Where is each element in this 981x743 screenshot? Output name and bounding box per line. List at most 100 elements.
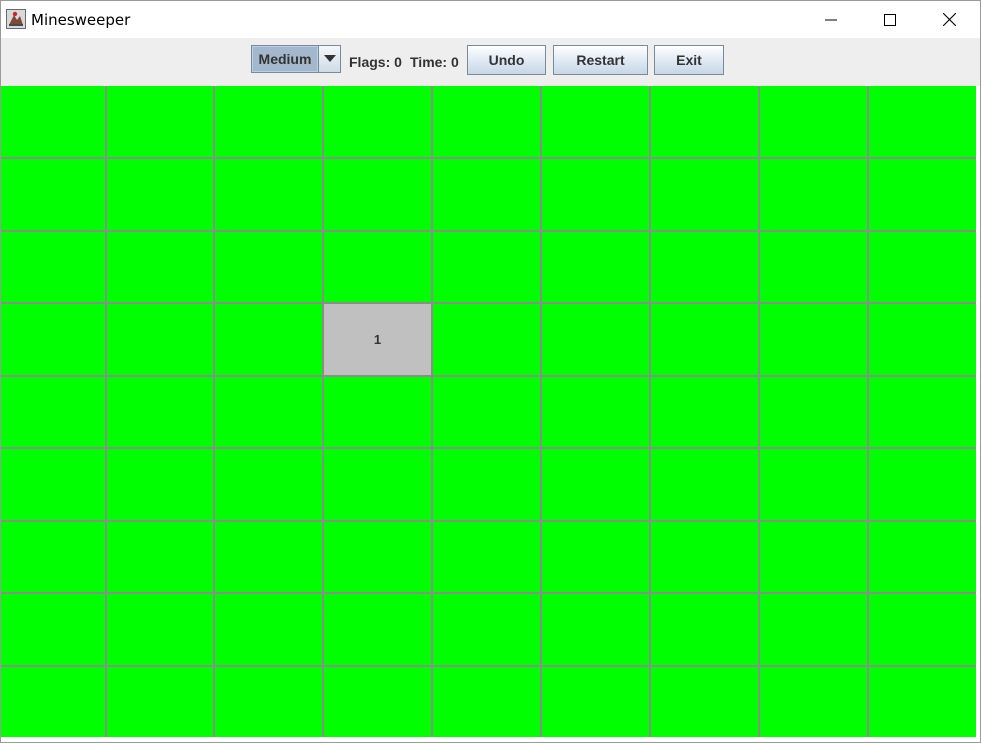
grid-cell[interactable] <box>542 86 649 157</box>
app-icon <box>6 9 26 29</box>
grid-cell[interactable] <box>324 667 431 737</box>
revealed-cell[interactable]: 1 <box>324 304 431 375</box>
restart-button[interactable]: Restart <box>553 45 648 75</box>
grid-cell[interactable] <box>651 377 758 447</box>
grid-cell[interactable] <box>215 522 322 592</box>
grid-cell[interactable] <box>433 449 540 520</box>
grid-cell[interactable] <box>869 159 976 230</box>
grid-cell[interactable] <box>324 594 431 665</box>
title-bar[interactable]: Minesweeper <box>1 1 980 38</box>
grid-cell[interactable] <box>1 86 105 157</box>
grid-cell[interactable] <box>760 86 867 157</box>
grid-cell[interactable] <box>760 232 867 302</box>
exit-button[interactable]: Exit <box>654 45 724 75</box>
grid-cell[interactable] <box>215 449 322 520</box>
minimize-button[interactable] <box>802 1 860 38</box>
grid-cell[interactable] <box>651 667 758 737</box>
close-icon <box>942 13 956 26</box>
grid-cell[interactable] <box>651 522 758 592</box>
grid-cell[interactable] <box>433 86 540 157</box>
minimize-icon <box>825 19 837 20</box>
grid-cell[interactable] <box>542 159 649 230</box>
grid-cell[interactable] <box>651 449 758 520</box>
maximize-icon <box>884 13 896 26</box>
maximize-button[interactable] <box>861 1 919 38</box>
grid-cell[interactable] <box>215 594 322 665</box>
grid-cell[interactable] <box>107 377 213 447</box>
grid-cell[interactable] <box>869 232 976 302</box>
grid-cell[interactable] <box>1 594 105 665</box>
grid-cell[interactable] <box>324 86 431 157</box>
difficulty-select[interactable]: Medium <box>251 45 341 73</box>
grid-cell[interactable] <box>433 232 540 302</box>
grid-cell[interactable] <box>433 594 540 665</box>
grid-cell[interactable] <box>324 522 431 592</box>
grid-cell[interactable] <box>651 86 758 157</box>
grid-cell[interactable] <box>869 449 976 520</box>
grid-cell[interactable] <box>869 304 976 375</box>
grid-cell[interactable] <box>1 377 105 447</box>
grid-cell[interactable] <box>107 86 213 157</box>
grid-cell[interactable] <box>433 159 540 230</box>
grid-cell[interactable] <box>1 232 105 302</box>
grid-cell[interactable] <box>1 522 105 592</box>
grid-cell[interactable] <box>215 86 322 157</box>
undo-button[interactable]: Undo <box>467 45 546 75</box>
grid-cell[interactable] <box>760 667 867 737</box>
close-button[interactable] <box>920 1 978 38</box>
grid-cell[interactable] <box>869 377 976 447</box>
minefield-grid: 1 <box>1 86 976 737</box>
grid-cell[interactable] <box>107 594 213 665</box>
grid-cell[interactable] <box>542 449 649 520</box>
grid-cell[interactable] <box>107 304 213 375</box>
grid-cell[interactable] <box>869 522 976 592</box>
cell-number: 1 <box>373 332 382 347</box>
grid-cell[interactable] <box>324 449 431 520</box>
window-title: Minesweeper <box>31 11 131 29</box>
grid-cell[interactable] <box>542 594 649 665</box>
grid-cell[interactable] <box>324 232 431 302</box>
grid-cell[interactable] <box>433 522 540 592</box>
grid-cell[interactable] <box>760 449 867 520</box>
grid-cell[interactable] <box>760 159 867 230</box>
grid-cell[interactable] <box>542 522 649 592</box>
time-counter: Time: 0 <box>410 54 459 70</box>
grid-cell[interactable] <box>542 232 649 302</box>
grid-cell[interactable] <box>1 449 105 520</box>
grid-cell[interactable] <box>215 377 322 447</box>
grid-cell[interactable] <box>542 304 649 375</box>
grid-cell[interactable] <box>107 232 213 302</box>
grid-cell[interactable] <box>651 159 758 230</box>
grid-cell[interactable] <box>215 159 322 230</box>
grid-cell[interactable] <box>760 304 867 375</box>
grid-cell[interactable] <box>1 159 105 230</box>
grid-cell[interactable] <box>107 449 213 520</box>
grid-cell[interactable] <box>215 667 322 737</box>
dropdown-arrow-button[interactable] <box>318 46 340 72</box>
grid-cell[interactable] <box>869 594 976 665</box>
minesweeper-window: Minesweeper Medium Flags: 0 Time: 0 Undo… <box>0 0 981 743</box>
grid-cell[interactable] <box>542 667 649 737</box>
grid-cell[interactable] <box>107 522 213 592</box>
grid-cell[interactable] <box>760 522 867 592</box>
grid-cell[interactable] <box>1 667 105 737</box>
grid-cell[interactable] <box>869 667 976 737</box>
grid-cell[interactable] <box>433 377 540 447</box>
grid-cell[interactable] <box>107 667 213 737</box>
grid-cell[interactable] <box>324 377 431 447</box>
grid-cell[interactable] <box>869 86 976 157</box>
grid-cell[interactable] <box>215 232 322 302</box>
grid-cell[interactable] <box>107 159 213 230</box>
grid-cell[interactable] <box>760 594 867 665</box>
grid-cell[interactable] <box>433 667 540 737</box>
grid-cell[interactable] <box>542 377 649 447</box>
grid-cell[interactable] <box>433 304 540 375</box>
grid-cell[interactable] <box>651 594 758 665</box>
grid-cell[interactable] <box>1 304 105 375</box>
grid-cell[interactable] <box>760 377 867 447</box>
flags-counter: Flags: 0 <box>349 54 402 70</box>
grid-cell[interactable] <box>651 232 758 302</box>
grid-cell[interactable] <box>651 304 758 375</box>
grid-cell[interactable] <box>215 304 322 375</box>
grid-cell[interactable] <box>324 159 431 230</box>
